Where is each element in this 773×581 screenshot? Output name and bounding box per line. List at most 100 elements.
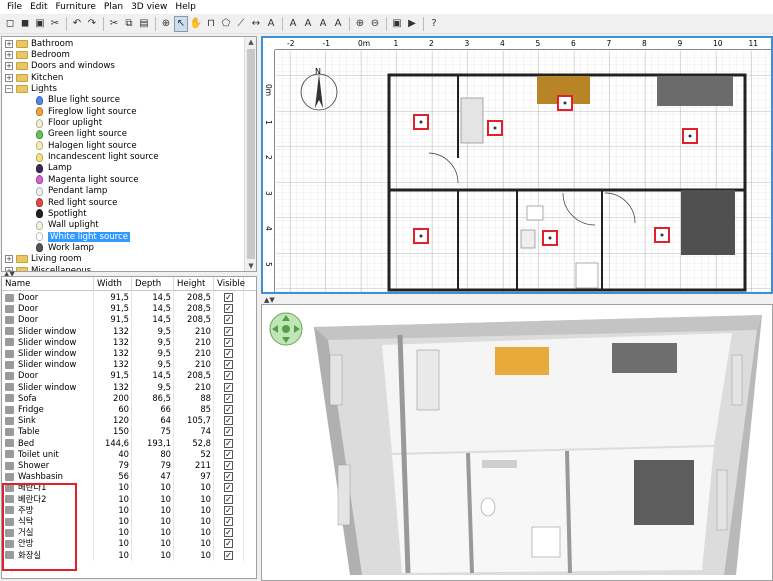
visible-checkbox[interactable]: ✓ [224, 461, 233, 470]
catalog-scrollbar[interactable]: ▲ ▼ [244, 37, 256, 271]
catalog-category[interactable]: + Miscellaneous [5, 265, 91, 271]
plan-view[interactable]: -2 -1 0m 1 2 3 4 5 6 7 8 9 10 11 0m 1 2 3 4 5 N [261, 36, 773, 294]
visible-checkbox[interactable]: ✓ [224, 326, 233, 336]
add-furniture-icon[interactable]: ⊕ [159, 16, 173, 32]
menu-help[interactable]: Help [171, 0, 200, 14]
table-row[interactable]: Slider window 132 9,5 210 ✓ [2, 381, 256, 393]
menu-furniture[interactable]: Furniture [52, 0, 100, 14]
select-icon[interactable]: ↖ [174, 15, 188, 32]
pan-icon[interactable]: ✋ [189, 16, 203, 32]
create-polylines-icon[interactable]: ⟋ [234, 16, 248, 32]
catalog-item[interactable]: Blue light source [36, 95, 120, 106]
catalog-item[interactable]: Magenta light source [36, 174, 139, 185]
create-walls-icon[interactable]: ⊓ [204, 16, 218, 32]
column-header[interactable]: Width [94, 277, 132, 290]
menu-file[interactable]: File [3, 0, 26, 14]
expand-toggle-icon[interactable]: + [5, 255, 13, 264]
visible-checkbox[interactable]: ✓ [224, 405, 233, 414]
save-icon[interactable]: ▣ [33, 16, 47, 32]
visible-checkbox[interactable]: ✓ [224, 393, 233, 403]
3d-view[interactable] [261, 304, 773, 581]
visible-checkbox[interactable]: ✓ [224, 427, 233, 437]
catalog-item[interactable]: Pendant lamp [36, 186, 107, 197]
new-home-icon[interactable]: ◻ [3, 16, 17, 32]
open-icon[interactable]: ◼ [18, 16, 32, 32]
table-row[interactable]: Sink 120 64 105,7 ✓ [2, 415, 256, 427]
catalog-category[interactable]: + Kitchen [5, 72, 63, 83]
catalog-item[interactable]: White light source [36, 231, 131, 242]
scroll-down-arrow[interactable]: ▼ [245, 261, 256, 271]
visible-checkbox[interactable]: ✓ [224, 449, 233, 459]
paste-icon[interactable]: ▤ [137, 16, 151, 32]
table-row[interactable]: Sofa 200 86,5 88 ✓ [2, 392, 256, 404]
catalog-item[interactable]: Incandescent light source [36, 152, 159, 163]
table-row[interactable]: Slider window 132 9,5 210 ✓ [2, 336, 256, 348]
visible-checkbox[interactable]: ✓ [224, 438, 233, 448]
splitter-arrows-icon[interactable]: ▲▼ [264, 296, 275, 304]
visible-checkbox[interactable]: ✓ [224, 528, 233, 538]
redo-icon[interactable]: ↷ [85, 16, 99, 32]
catalog-item[interactable]: Wall uplight [36, 220, 99, 231]
expand-toggle-icon[interactable]: − [5, 85, 13, 94]
3d-scene[interactable] [262, 305, 772, 580]
table-row[interactable]: Table 150 75 74 ✓ [2, 426, 256, 438]
table-row[interactable]: Washbasin 56 47 97 ✓ [2, 471, 256, 483]
scroll-up-arrow[interactable]: ▲ [245, 37, 256, 47]
visible-checkbox[interactable]: ✓ [224, 315, 233, 325]
table-row[interactable]: Fridge 60 66 85 ✓ [2, 404, 256, 416]
help-icon[interactable]: ? [427, 16, 441, 32]
expand-toggle-icon[interactable]: + [5, 39, 13, 48]
table-row[interactable]: Door 91,5 14,5 208,5 ✓ [2, 314, 256, 326]
table-row[interactable]: Slider window 132 9,5 210 ✓ [2, 325, 256, 337]
copy-icon[interactable]: ⧉ [122, 16, 136, 32]
visible-checkbox[interactable]: ✓ [224, 505, 233, 515]
expand-toggle-icon[interactable]: + [5, 50, 13, 59]
visible-checkbox[interactable]: ✓ [224, 483, 233, 493]
catalog-item[interactable]: Work lamp [36, 242, 94, 253]
catalog-category[interactable]: + Doors and windows [5, 61, 115, 72]
italic-icon[interactable]: A [331, 16, 345, 32]
undo-icon[interactable]: ↶ [70, 16, 84, 32]
visible-checkbox[interactable]: ✓ [224, 472, 233, 482]
expand-toggle-icon[interactable]: + [5, 62, 13, 71]
create-photo-icon[interactable]: ▣ [390, 16, 404, 32]
visible-checkbox[interactable]: ✓ [224, 293, 233, 302]
table-row[interactable]: Slider window 132 9,5 210 ✓ [2, 359, 256, 371]
create-video-icon[interactable]: ▶ [405, 16, 419, 32]
increase-text-icon[interactable]: A [286, 16, 300, 32]
decrease-text-icon[interactable]: A [301, 16, 315, 32]
visible-checkbox[interactable]: ✓ [224, 416, 233, 426]
table-row[interactable]: Shower 79 79 211 ✓ [2, 460, 256, 472]
visible-checkbox[interactable]: ✓ [224, 494, 233, 504]
catalog-category[interactable]: + Bathroom [5, 38, 73, 49]
visible-checkbox[interactable]: ✓ [224, 517, 233, 526]
bold-icon[interactable]: A [316, 16, 330, 32]
cut-icon[interactable]: ✂ [107, 16, 121, 32]
visible-checkbox[interactable]: ✓ [224, 304, 233, 314]
menu-plan[interactable]: Plan [100, 0, 127, 14]
catalog-category[interactable]: + Bedroom [5, 49, 70, 60]
visible-checkbox[interactable]: ✓ [224, 550, 233, 560]
catalog-item[interactable]: Halogen light source [36, 140, 137, 151]
catalog-item[interactable]: Green light source [36, 129, 127, 140]
table-row[interactable]: Slider window 132 9,5 210 ✓ [2, 348, 256, 360]
create-rooms-icon[interactable]: ⬠ [219, 16, 233, 32]
visible-checkbox[interactable]: ✓ [224, 539, 233, 549]
menu-3d-view[interactable]: 3D view [127, 0, 171, 14]
catalog-category[interactable]: + Living room [5, 254, 82, 265]
visible-checkbox[interactable]: ✓ [224, 371, 233, 381]
visible-checkbox[interactable]: ✓ [224, 360, 233, 370]
catalog-item[interactable]: Floor uplight [36, 117, 102, 128]
table-row[interactable]: Door 91,5 14,5 208,5 ✓ [2, 303, 256, 315]
expand-toggle-icon[interactable]: + [5, 73, 13, 82]
furniture-catalog-tree[interactable]: ▲ ▼ + Bathroom + Bedroom + Doors and windows +… [1, 36, 257, 272]
zoom-in-icon[interactable]: ⊕ [353, 16, 367, 32]
menu-edit[interactable]: Edit [26, 0, 51, 14]
table-row[interactable]: Toilet unit 40 80 52 ✓ [2, 448, 256, 460]
create-dimensions-icon[interactable]: ↔ [249, 16, 263, 32]
catalog-item[interactable]: Red light source [36, 197, 117, 208]
table-row[interactable]: Door 91,5 14,5 208,5 ✓ [2, 292, 256, 304]
create-labels-icon[interactable]: A [264, 16, 278, 32]
catalog-item[interactable]: Spotlight [36, 208, 87, 219]
zoom-out-icon[interactable]: ⊖ [368, 16, 382, 32]
